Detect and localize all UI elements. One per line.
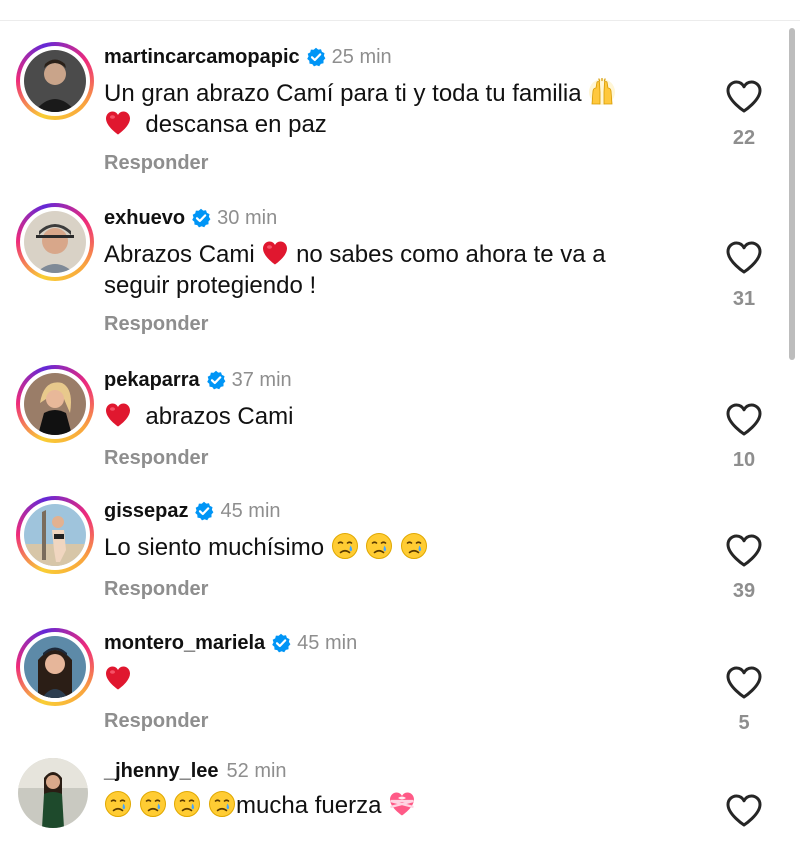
reply-button[interactable]: Responder [104, 710, 208, 733]
avatar [24, 50, 86, 112]
comment-item: pekaparra 37 min abrazos Cami Responder … [0, 363, 780, 483]
comment-item: _jhenny_lee 52 min mucha fuerza [0, 756, 780, 842]
verified-badge-icon [205, 370, 226, 390]
crying-face-emoji [400, 532, 428, 560]
comment-text: Abrazos Cami no sabes como ahora te va a… [104, 241, 606, 299]
comment-username[interactable]: exhuevo [104, 207, 185, 230]
comment-text: abrazos Cami [104, 401, 704, 432]
heart-outline-icon[interactable] [724, 792, 764, 828]
comment-username[interactable]: pekaparra [104, 369, 200, 392]
avatar-with-story-ring[interactable] [16, 365, 94, 443]
reply-button[interactable]: Responder [104, 313, 208, 336]
comment-item: montero_mariela 45 min Responder 5 [0, 626, 780, 746]
heart-outline-icon[interactable] [724, 664, 764, 700]
avatar [24, 373, 86, 435]
reply-button[interactable]: Responder [104, 447, 208, 470]
comment-text: Un gran abrazo Camí para ti y toda tu fa… [104, 78, 704, 140]
heart-outline-icon[interactable] [724, 78, 764, 114]
scrollbar[interactable] [789, 28, 795, 360]
comment-username[interactable]: montero_mariela [104, 632, 265, 655]
red-heart-emoji [106, 666, 130, 690]
comment-time: 37 min [231, 368, 292, 391]
like-count: 5 [738, 712, 750, 734]
avatar-with-story-ring[interactable] [16, 628, 94, 706]
verified-badge-icon [191, 208, 212, 228]
avatar [24, 504, 86, 566]
comment-username[interactable]: _jhenny_lee [104, 760, 219, 783]
crying-face-emoji [104, 790, 132, 818]
comment-text: mucha fuerza [104, 790, 704, 821]
like-count: 39 [732, 580, 756, 602]
verified-badge-icon [194, 501, 215, 521]
verified-badge-icon [305, 47, 326, 67]
comment-item: martincarcamopapic 25 min Un gran abrazo… [0, 40, 780, 190]
avatar[interactable] [18, 758, 88, 828]
like-count: 10 [732, 449, 756, 471]
red-heart-emoji [263, 241, 288, 265]
top-divider [0, 20, 800, 21]
raising-hands-emoji [588, 78, 616, 106]
crying-face-emoji [139, 790, 166, 818]
crying-face-emoji [208, 790, 236, 818]
verified-badge-icon [271, 633, 292, 653]
comment-item: exhuevo 30 min Abrazos Cami no sabes com… [0, 201, 780, 351]
comment-time: 52 min [226, 759, 287, 782]
avatar [24, 636, 86, 698]
comment-username[interactable]: martincarcamopapic [104, 46, 300, 69]
comment-text: Lo siento muchísimo [104, 532, 704, 563]
heart-outline-icon[interactable] [724, 239, 764, 275]
comment-text [104, 664, 704, 695]
avatar [24, 211, 86, 273]
comment-time: 45 min [220, 499, 281, 522]
heart-outline-icon[interactable] [724, 401, 764, 437]
comment-username[interactable]: gissepaz [104, 500, 188, 523]
comment-time: 25 min [331, 45, 392, 68]
like-count: 31 [732, 288, 756, 310]
comment-time: 45 min [297, 631, 358, 654]
crying-face-emoji [366, 532, 393, 560]
like-count: 22 [732, 127, 756, 149]
avatar-with-story-ring[interactable] [16, 42, 94, 120]
comment-time: 30 min [217, 206, 278, 229]
red-heart-emoji [106, 111, 130, 135]
heart-outline-icon[interactable] [724, 532, 764, 568]
crying-face-emoji [174, 790, 201, 818]
reply-button[interactable]: Responder [104, 578, 208, 601]
crying-face-emoji [331, 532, 359, 560]
heart-with-ribbon-emoji [388, 791, 416, 817]
reply-button[interactable]: Responder [104, 152, 208, 175]
avatar-with-story-ring[interactable] [16, 203, 94, 281]
comment-item: gissepaz 45 min Lo siento muchísimo Resp… [0, 494, 780, 614]
avatar-with-story-ring[interactable] [16, 496, 94, 574]
red-heart-emoji [106, 403, 130, 427]
